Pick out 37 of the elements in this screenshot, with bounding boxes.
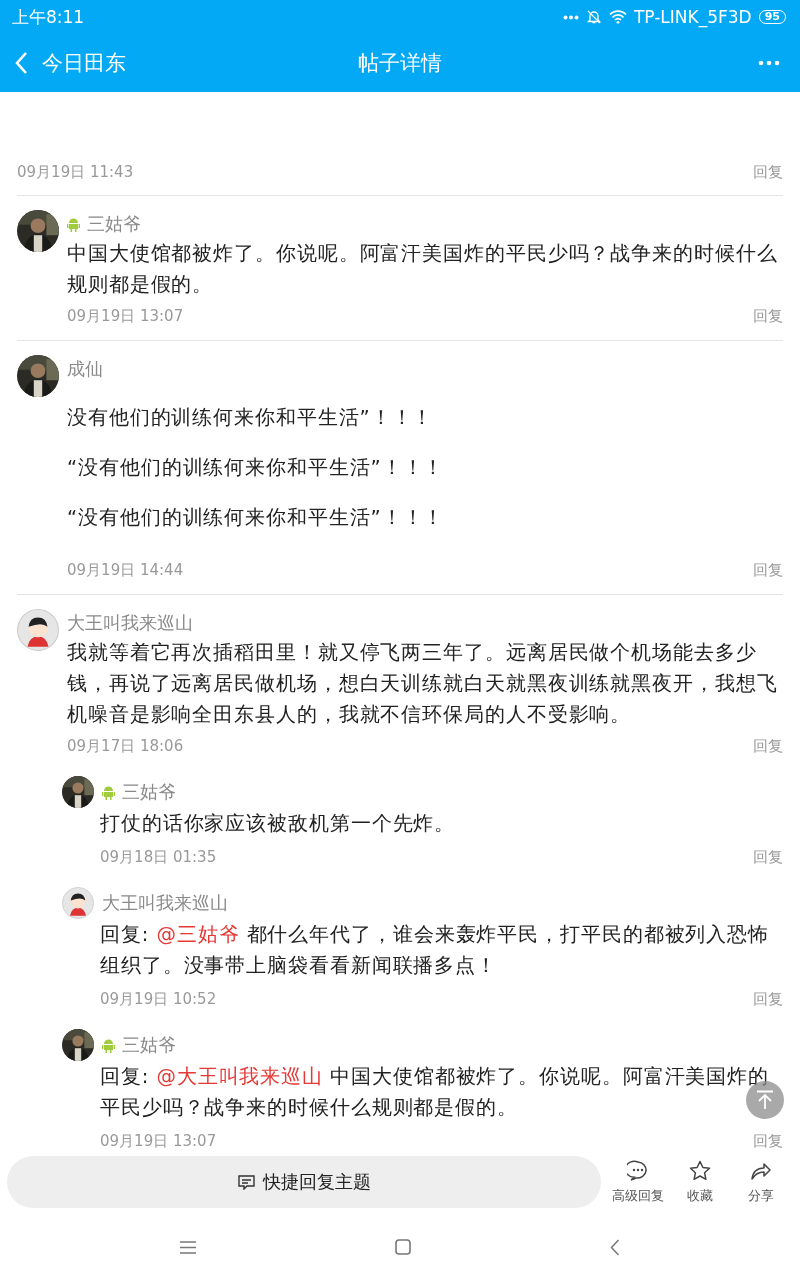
author-name[interactable]: 三姑爷 <box>87 212 141 236</box>
reply-text: 回复: @三姑爷 都什么年代了，谁会来轰炸平民，打平民的都被列入恐怖组织了。没事带上脑袋看看新闻联播多点！ <box>100 922 771 979</box>
quick-reply-button[interactable]: 快捷回复主题 <box>7 1156 601 1208</box>
author-name[interactable]: 三姑爷 <box>122 780 176 804</box>
post-date: 09月19日 11:43 <box>17 162 134 182</box>
page-title: 帖子详情 <box>358 50 442 77</box>
post-date: 09月19日 13:07 <box>67 306 184 326</box>
post-date: 09月19日 14:44 <box>67 560 184 580</box>
reply-link[interactable]: 回复 <box>753 560 783 580</box>
mention-link[interactable]: @三姑爷 <box>156 923 240 946</box>
post-date: 09月17日 18:06 <box>67 736 184 756</box>
author-name[interactable]: 成仙 <box>67 357 103 381</box>
reply-link[interactable]: 回复 <box>753 847 783 867</box>
reply-link[interactable]: 回复 <box>753 989 783 1009</box>
reply-link[interactable]: 回复 <box>753 306 783 326</box>
toolbar-action[interactable]: 收藏 <box>668 1159 731 1205</box>
post-text: “没有他们的训练何来你和平生活”！！！ <box>67 455 446 481</box>
author-name[interactable]: 大王叫我来巡山 <box>102 891 228 915</box>
toolbar-action[interactable]: 高级回复 <box>607 1159 669 1205</box>
toolbar-action[interactable]: 分享 <box>730 1159 792 1205</box>
post-date: 09月19日 10:52 <box>100 989 217 1009</box>
mention-link[interactable]: @大王叫我来巡山 <box>156 1065 324 1088</box>
author-name[interactable]: 大王叫我来巡山 <box>67 611 193 635</box>
reply-link[interactable]: 回复 <box>753 736 783 756</box>
post-text: “没有他们的训练何来你和平生活”！！！ <box>67 505 446 531</box>
reply-text: 打仗的话你家应该被敌机第一个先炸。 <box>100 811 457 837</box>
post-text: 没有他们的训练何来你和平生活”！！！ <box>67 405 435 431</box>
post-date: 09月19日 13:07 <box>100 1131 217 1150</box>
post-date: 09月18日 01:35 <box>100 847 217 867</box>
reply-link[interactable]: 回复 <box>753 162 783 182</box>
reply-link[interactable]: 回复 <box>753 1131 783 1150</box>
author-name[interactable]: 三姑爷 <box>122 1033 176 1057</box>
status-time: 上午8:11 <box>12 5 85 29</box>
back-button[interactable]: 今日田东 <box>14 49 126 77</box>
post-text: 我就等着它再次插稻田里！就又停飞两三年了。远离居民做个机场能去多少钱，再说了远离居民做机场，想白天训练就白天就黑夜训练就黑夜开，我想飞机噪音是影响全田东县人的，我就不信环保局的人不受影响。 <box>67 640 779 728</box>
post-text: 中国大使馆都被炸了。你说呢。阿富汗美国炸的平民少吗？战争来的时候什么规则都是假的。 <box>67 241 779 298</box>
network-name: TP-LINK_5F3D <box>633 7 752 27</box>
